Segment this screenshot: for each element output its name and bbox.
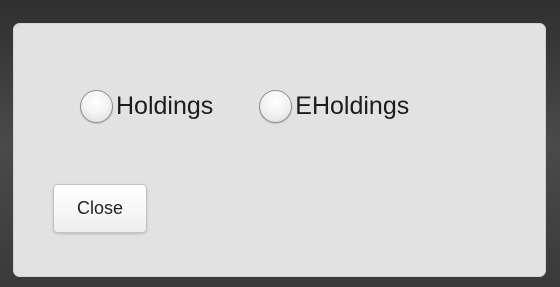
close-button[interactable]: Close [53,184,147,233]
holdings-radio-label[interactable]: Holdings [116,93,213,119]
eholdings-radio-label[interactable]: EHoldings [295,93,409,119]
radio-option-eholdings[interactable]: EHoldings [259,89,409,123]
holdings-type-radio-group: Holdings EHoldings [80,87,409,125]
eholdings-radio-button[interactable] [259,89,293,123]
holdings-radio-button[interactable] [80,89,113,123]
window-backdrop: Holdings EHoldings Close [0,0,560,287]
holdings-type-dialog: Holdings EHoldings Close [13,23,546,277]
radio-option-holdings[interactable]: Holdings [80,89,213,123]
